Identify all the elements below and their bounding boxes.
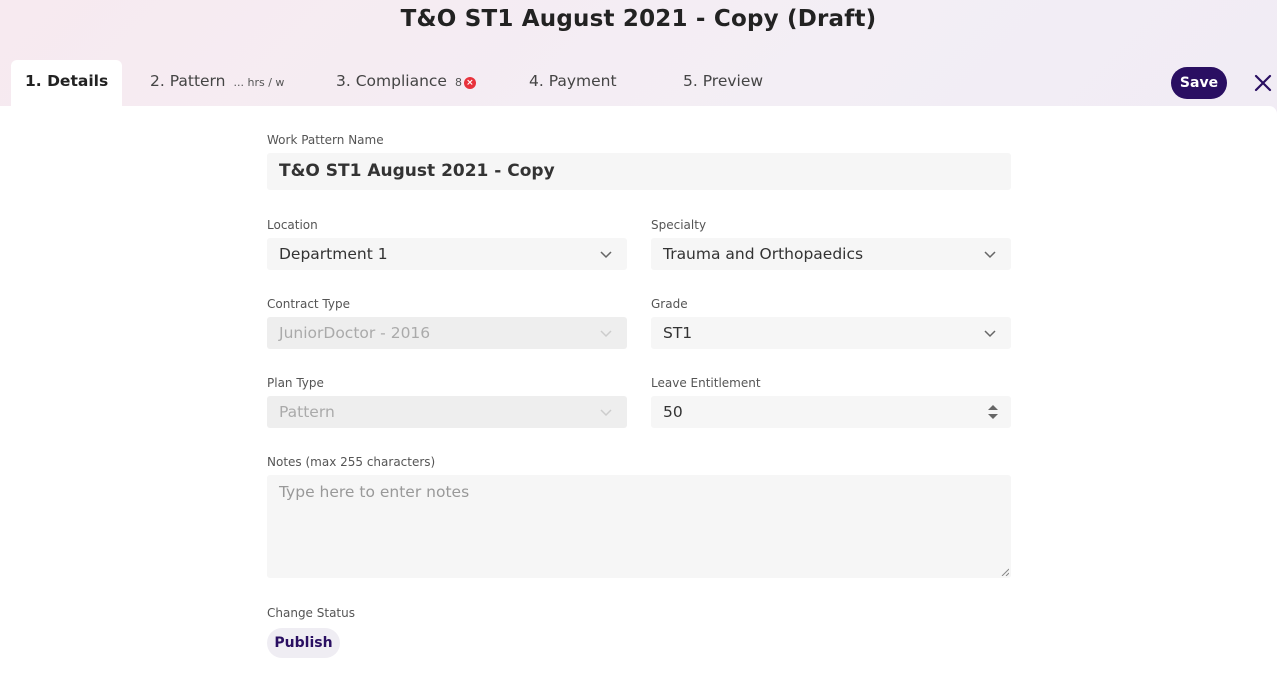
leave-entitlement-label: Leave Entitlement <box>651 376 761 390</box>
chevron-down-icon <box>600 409 612 417</box>
grade-value: ST1 <box>663 324 693 342</box>
compliance-error-count: 8 <box>454 76 462 89</box>
publish-button[interactable]: Publish <box>267 628 340 658</box>
tab-compliance-label: 3. Compliance <box>336 72 447 90</box>
details-panel <box>0 106 1277 700</box>
tab-details-label: 1. Details <box>25 72 109 90</box>
resize-handle-icon[interactable] <box>1001 568 1009 576</box>
location-value: Department 1 <box>279 245 388 263</box>
chevron-down-icon <box>600 330 612 338</box>
tab-preview-label: 5. Preview <box>683 72 764 90</box>
contract-type-label: Contract Type <box>267 297 350 311</box>
specialty-value: Trauma and Orthopaedics <box>663 245 864 263</box>
work-pattern-name-label: Work Pattern Name <box>267 133 384 147</box>
notes-textarea[interactable]: Type here to enter notes <box>267 475 1011 578</box>
change-status-label: Change Status <box>267 606 355 620</box>
leave-entitlement-value: 50 <box>663 403 683 421</box>
close-button[interactable] <box>1252 72 1274 94</box>
tab-pattern-hours: ... hrs / w <box>233 76 285 89</box>
save-button[interactable]: Save <box>1171 67 1227 99</box>
tab-pattern[interactable]: 2. Pattern ... hrs / w <box>150 60 284 106</box>
tab-payment-label: 4. Payment <box>529 72 617 90</box>
notes-placeholder: Type here to enter notes <box>279 483 470 501</box>
chevron-down-icon <box>600 251 612 259</box>
plan-type-label: Plan Type <box>267 376 324 390</box>
location-select[interactable]: Department 1 <box>267 238 627 270</box>
notes-label: Notes (max 255 characters) <box>267 455 436 469</box>
specialty-select[interactable]: Trauma and Orthopaedics <box>651 238 1011 270</box>
contract-type-select: JuniorDoctor - 2016 <box>267 317 627 349</box>
chevron-down-icon <box>984 330 996 338</box>
tab-preview[interactable]: 5. Preview <box>683 60 763 106</box>
page-title: T&O ST1 August 2021 - Copy (Draft) <box>400 6 877 32</box>
error-icon: × <box>463 77 476 89</box>
tab-pattern-label: 2. Pattern <box>150 72 226 90</box>
tab-details[interactable]: 1. Details <box>11 60 123 106</box>
contract-type-value: JuniorDoctor - 2016 <box>279 324 431 342</box>
work-pattern-name-input[interactable]: T&O ST1 August 2021 - Copy <box>267 153 1011 190</box>
tab-payment[interactable]: 4. Payment <box>529 60 617 106</box>
grade-label: Grade <box>651 297 688 311</box>
plan-type-value: Pattern <box>279 403 335 421</box>
chevron-down-icon <box>984 251 996 259</box>
number-stepper-icon[interactable] <box>987 400 999 424</box>
grade-select[interactable]: ST1 <box>651 317 1011 349</box>
plan-type-select: Pattern <box>267 396 627 428</box>
leave-entitlement-input[interactable]: 50 <box>651 396 1011 428</box>
location-label: Location <box>267 218 318 232</box>
close-icon <box>1254 74 1272 92</box>
specialty-label: Specialty <box>651 218 707 232</box>
tab-compliance[interactable]: 3. Compliance 8 × <box>336 60 476 106</box>
work-pattern-name-value: T&O ST1 August 2021 - Copy <box>279 161 555 181</box>
